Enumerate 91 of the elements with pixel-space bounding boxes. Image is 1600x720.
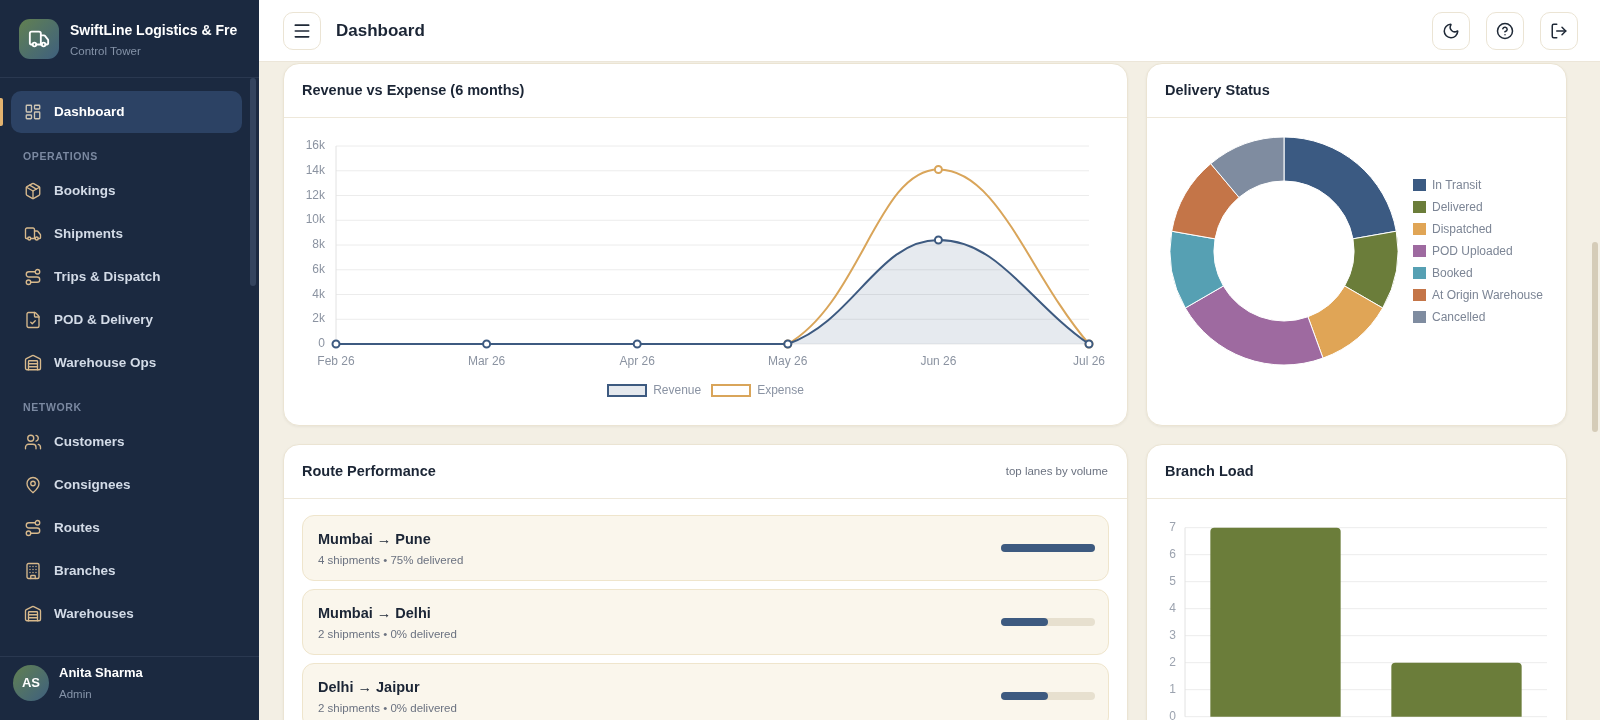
axis-tick-label: 14k [305, 162, 325, 177]
section-heading: NETWORK [23, 400, 82, 414]
data-point [331, 339, 341, 349]
legend-item[interactable]: Dispatched [1413, 218, 1543, 240]
data-point [632, 339, 642, 349]
axis-tick-label: 0 [318, 336, 325, 351]
page-title: Dashboard [336, 19, 425, 42]
theme-toggle-button[interactable] [1432, 11, 1470, 50]
logout-icon [1550, 21, 1568, 40]
brand-subtitle: Control Tower [70, 44, 142, 59]
logout-button[interactable] [1540, 11, 1578, 50]
data-point [482, 339, 492, 349]
nav-item[interactable]: Shipments [11, 213, 242, 255]
nav-item[interactable]: Warehouse Ops [11, 342, 242, 384]
scrollbar-thumb[interactable] [1592, 242, 1598, 432]
nav-item[interactable]: Consignees [11, 464, 242, 506]
legend-item[interactable]: Delivered [1413, 196, 1543, 218]
section-heading: OPERATIONS [23, 149, 98, 163]
card-note: top lanes by volume [1005, 463, 1108, 479]
route-icon [24, 519, 42, 537]
axis-tick-label: 6k [312, 261, 325, 276]
user-role: Admin [59, 687, 93, 701]
axis-tick-label: 4 [1169, 600, 1176, 615]
route-stats: 4 shipments • 75% delivered [318, 552, 465, 568]
legend-label: Revenue [653, 382, 702, 399]
axis-tick-label: 3 [1169, 627, 1176, 642]
warehouse-icon [24, 605, 42, 623]
axis-tick-label: 7 [1169, 519, 1176, 534]
route-stats: 2 shipments • 0% delivered [318, 626, 458, 642]
axis-tick-label: May 26 [768, 354, 808, 368]
active-indicator [0, 98, 3, 126]
route-stats: 2 shipments • 0% delivered [318, 700, 458, 716]
data-point [933, 235, 943, 245]
menu-button[interactable] [283, 11, 321, 50]
nav-item[interactable]: Warehouses [11, 593, 242, 635]
legend-label: Expense [757, 382, 804, 399]
file-check-icon [24, 311, 42, 329]
axis-tick-label: 0 [1169, 708, 1176, 720]
axis-tick-label: 6 [1169, 546, 1176, 561]
legend-item[interactable]: At Origin Warehouse [1413, 284, 1543, 306]
card-title: Revenue vs Expense (6 months) [302, 80, 525, 100]
card-title: Route Performance [302, 461, 436, 481]
legend-item[interactable]: POD Uploaded [1413, 240, 1543, 262]
brand-name: SwiftLine Logistics & Fre [70, 21, 238, 39]
help-button[interactable] [1486, 11, 1524, 50]
legend-item[interactable]: In Transit [1413, 174, 1543, 196]
axis-tick-label: Jul 26 [1073, 354, 1105, 368]
truck-icon [24, 225, 42, 243]
route-name: Mumbai → Pune [318, 529, 432, 549]
axis-tick-label: Jun 26 [920, 354, 957, 368]
axis-tick-label: 5 [1169, 573, 1176, 588]
axis-tick-label: 8k [312, 237, 325, 252]
axis-tick-label: Apr 26 [619, 354, 655, 368]
data-point [933, 165, 943, 174]
axis-tick-label: 1 [1169, 681, 1176, 696]
nav-item[interactable]: POD & Delivery [11, 299, 242, 341]
legend-swatch-icon [607, 383, 648, 397]
route-name: Mumbai → Delhi [318, 603, 432, 623]
route-name: Delhi → Jaipur [318, 677, 421, 697]
nav-item[interactable]: Routes [11, 507, 242, 549]
warehouse-icon [24, 354, 42, 372]
nav-item[interactable]: Dashboard [11, 91, 242, 133]
axis-tick-label: 4k [312, 286, 325, 301]
axis-tick-label: 10k [305, 212, 325, 227]
nav-item[interactable]: Customers [11, 421, 242, 463]
dashboard-grid-icon [24, 103, 42, 121]
axis-tick-label: 16k [305, 138, 325, 153]
legend-item[interactable]: Cancelled [1413, 306, 1543, 328]
map-pin-icon [24, 476, 42, 494]
truck-logo-icon [19, 19, 59, 59]
moon-icon [1442, 21, 1460, 40]
user-name: Anita Sharma [59, 665, 143, 681]
axis-tick-label: Feb 26 [317, 354, 355, 368]
users-icon [24, 433, 42, 451]
legend-swatch-icon [711, 383, 752, 397]
axis-tick-label: 12k [305, 187, 325, 202]
user-avatar: AS [13, 665, 49, 701]
route-icon [24, 268, 42, 286]
card-title: Branch Load [1165, 461, 1254, 481]
nav-item[interactable]: Bookings [11, 170, 242, 212]
building-icon [24, 562, 42, 580]
axis-tick-label: 2k [312, 311, 325, 326]
nav-item[interactable]: Branches [11, 550, 242, 592]
axis-tick-label: 2 [1169, 654, 1176, 669]
help-icon [1496, 21, 1514, 40]
legend-item[interactable]: Booked [1413, 262, 1543, 284]
nav-item[interactable]: Trips & Dispatch [11, 256, 242, 298]
axis-tick-label: Mar 26 [467, 354, 506, 368]
card-title: Delivery Status [1165, 80, 1270, 100]
scrollbar-thumb[interactable] [250, 78, 256, 286]
box-icon [24, 182, 42, 200]
